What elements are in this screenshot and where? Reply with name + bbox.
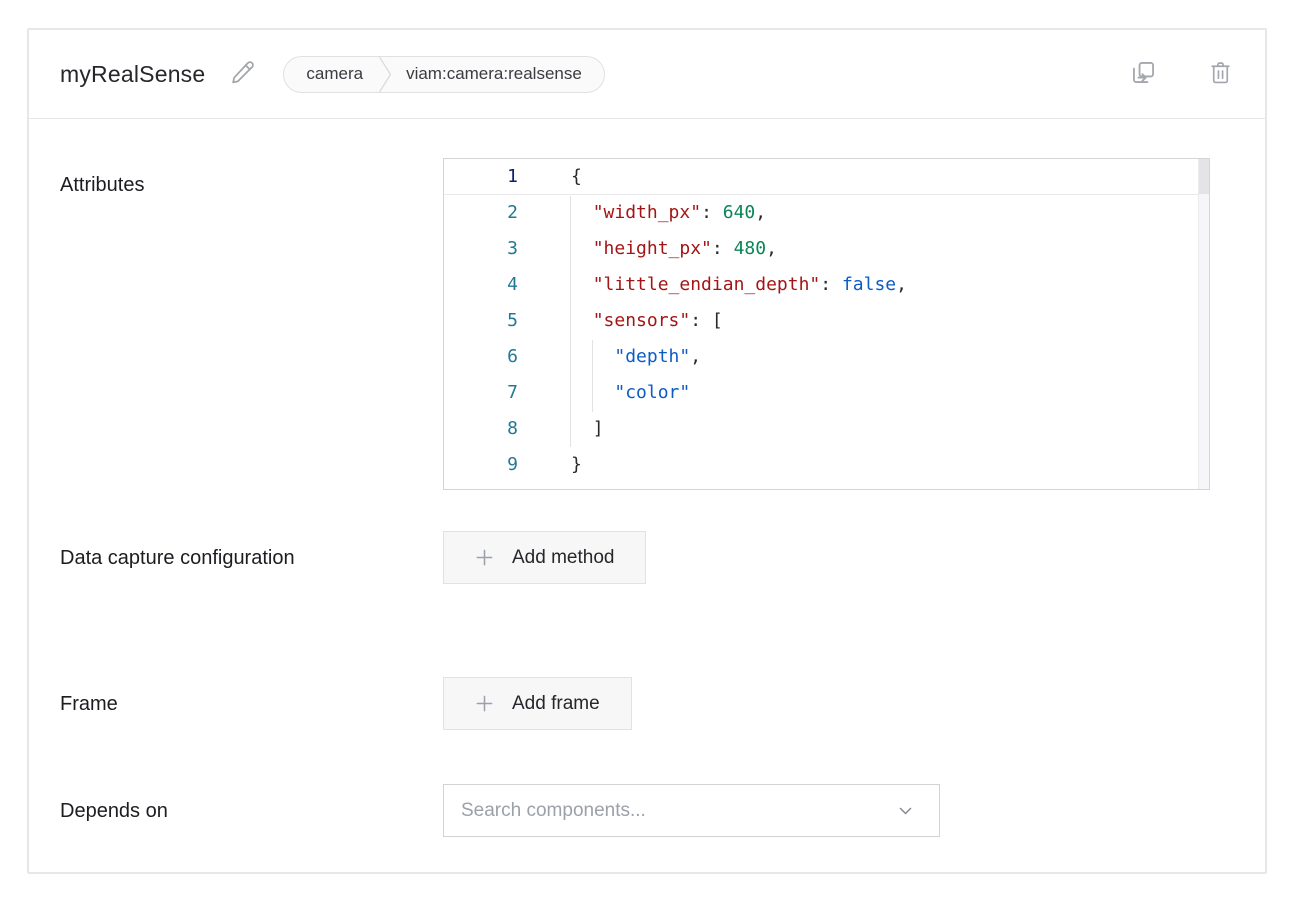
code-text: } <box>518 447 582 483</box>
depends-on-placeholder: Search components... <box>461 800 646 822</box>
code-text: ] <box>518 411 604 447</box>
code-line: 8 ] <box>444 411 1209 447</box>
line-number: 3 <box>444 231 518 267</box>
code-line: 7 "color" <box>444 375 1209 411</box>
component-header: myRealSense camera viam:camera:realsense <box>29 30 1265 119</box>
attributes-label-cell: Attributes <box>60 158 443 490</box>
depends-on-row: Depends on Search components... <box>60 784 1265 837</box>
indent-guide <box>592 340 593 412</box>
component-body: Attributes 1{2 "width_px": 640,3 "height… <box>29 119 1265 837</box>
delete-button[interactable] <box>1208 60 1233 88</box>
depends-on-select[interactable]: Search components... <box>443 784 940 837</box>
code-text: { <box>518 159 582 194</box>
line-number: 1 <box>444 159 518 194</box>
code-line: 6 "depth", <box>444 339 1209 375</box>
indent-guide <box>570 196 571 447</box>
pencil-icon <box>230 60 255 88</box>
component-card: myRealSense camera viam:camera:realsense <box>27 28 1267 874</box>
data-capture-row: Data capture configuration Add method <box>60 531 1265 584</box>
add-frame-label: Add frame <box>512 693 600 715</box>
line-number: 6 <box>444 339 518 375</box>
chevron-down-icon <box>897 802 914 819</box>
frame-row: Frame Add frame <box>60 677 1265 730</box>
component-name: myRealSense <box>60 61 205 88</box>
plus-icon <box>475 694 494 713</box>
code-text: "little_endian_depth": false, <box>518 267 907 303</box>
editor-scrollbar[interactable] <box>1198 159 1209 489</box>
depends-on-label: Depends on <box>60 792 300 830</box>
code-line: 2 "width_px": 640, <box>444 195 1209 231</box>
attributes-code-editor[interactable]: 1{2 "width_px": 640,3 "height_px": 480,4… <box>443 158 1210 490</box>
code-line: 1{ <box>444 159 1209 195</box>
line-number: 8 <box>444 411 518 447</box>
component-category: camera <box>284 64 378 84</box>
frame-label-cell: Frame <box>60 677 443 730</box>
add-method-button[interactable]: Add method <box>443 531 646 584</box>
code-line: 9} <box>444 447 1209 483</box>
editor-scrollbar-thumb[interactable] <box>1199 159 1209 194</box>
code-line: 4 "little_endian_depth": false, <box>444 267 1209 303</box>
data-capture-label: Data capture configuration <box>60 539 300 577</box>
code-lines: 1{2 "width_px": 640,3 "height_px": 480,4… <box>444 159 1209 483</box>
add-method-label: Add method <box>512 547 614 569</box>
line-number: 7 <box>444 375 518 411</box>
code-line: 3 "height_px": 480, <box>444 231 1209 267</box>
code-text: "width_px": 640, <box>518 195 766 231</box>
frame-control: Add frame <box>443 677 632 730</box>
plus-icon <box>475 548 494 567</box>
code-text: "height_px": 480, <box>518 231 777 267</box>
duplicate-icon <box>1130 59 1157 89</box>
data-capture-control: Add method <box>443 531 646 584</box>
line-number: 9 <box>444 447 518 483</box>
attributes-row: Attributes 1{2 "width_px": 640,3 "height… <box>60 158 1265 490</box>
rename-button[interactable] <box>230 60 255 88</box>
line-number: 5 <box>444 303 518 339</box>
code-text: "depth", <box>518 339 701 375</box>
line-number: 2 <box>444 195 518 231</box>
frame-label: Frame <box>60 685 300 723</box>
duplicate-button[interactable] <box>1130 59 1157 89</box>
code-text: "sensors": [ <box>518 303 723 339</box>
code-text: "color" <box>518 375 690 411</box>
breadcrumb-chevron-icon <box>378 56 392 93</box>
attributes-label: Attributes <box>60 166 300 204</box>
component-model: viam:camera:realsense <box>392 64 604 84</box>
depends-on-label-cell: Depends on <box>60 784 443 837</box>
line-number: 4 <box>444 267 518 303</box>
add-frame-button[interactable]: Add frame <box>443 677 632 730</box>
code-line: 5 "sensors": [ <box>444 303 1209 339</box>
component-type-pill: camera viam:camera:realsense <box>283 56 604 93</box>
data-capture-label-cell: Data capture configuration <box>60 531 443 584</box>
trash-icon <box>1208 60 1233 88</box>
